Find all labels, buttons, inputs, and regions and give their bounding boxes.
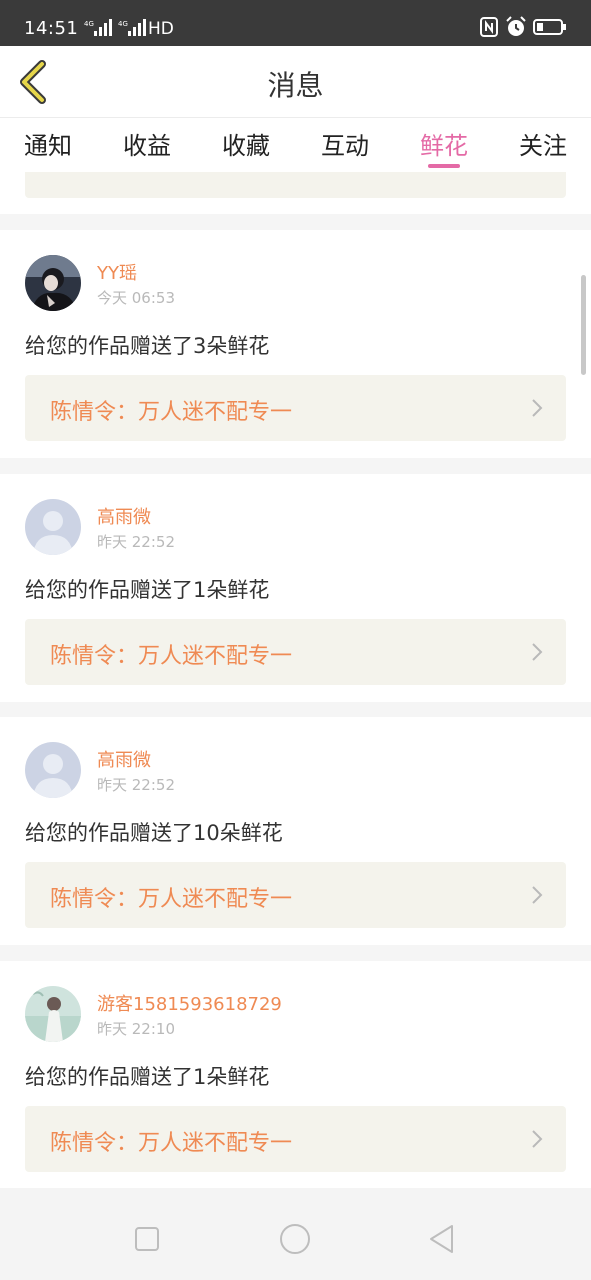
home-button[interactable] (279, 1223, 311, 1259)
page-title: 消息 (267, 69, 324, 102)
scrollbar[interactable] (581, 275, 586, 375)
tab-earnings[interactable]: 收益 (123, 126, 171, 161)
work-title: 陈情令：万人迷不配专一 (50, 1131, 293, 1156)
sender-name[interactable]: YY瑶 (97, 259, 137, 285)
signal-4g-icon: 4G (84, 19, 112, 36)
chevron-right-icon (532, 643, 543, 661)
work-link[interactable]: 陈情令：万人迷不配专一 (25, 375, 566, 441)
work-link[interactable] (25, 172, 566, 198)
work-title: 陈情令：万人迷不配专一 (50, 887, 293, 912)
chevron-right-icon (532, 1130, 543, 1148)
default-avatar (25, 742, 81, 798)
message-text: 给您的作品赠送了1朵鲜花 (25, 1065, 270, 1089)
work-link[interactable]: 陈情令：万人迷不配专一 (25, 1106, 566, 1172)
avatar[interactable] (25, 255, 81, 311)
sender-name[interactable]: 高雨微 (97, 746, 151, 772)
signal-4g-icon: 4G (118, 19, 146, 36)
tab-favorites[interactable]: 收藏 (222, 126, 270, 161)
avatar[interactable] (25, 986, 81, 1042)
list-item: 游客1581593618729 昨天 22:10 给您的作品赠送了1朵鲜花 陈情… (0, 961, 591, 1188)
message-list[interactable]: YY瑶 今天 06:53 给您的作品赠送了3朵鲜花 陈情令：万人迷不配专一 高雨… (0, 172, 591, 1188)
default-avatar (25, 499, 81, 555)
message-time: 昨天 22:10 (97, 1020, 175, 1038)
tab-bar: 通知 收益 收藏 互动 鲜花 关注 (0, 118, 591, 172)
chevron-right-icon (532, 399, 543, 417)
work-link[interactable]: 陈情令：万人迷不配专一 (25, 862, 566, 928)
tab-follows[interactable]: 关注 (519, 126, 567, 161)
avatar[interactable] (25, 499, 81, 555)
battery-icon (533, 19, 566, 35)
photo-avatar (25, 255, 81, 311)
home-icon (280, 1224, 310, 1254)
work-title: 陈情令：万人迷不配专一 (50, 644, 293, 669)
nfc-icon (480, 17, 498, 37)
svg-text:4G: 4G (118, 20, 128, 28)
message-text: 给您的作品赠送了10朵鲜花 (25, 821, 283, 845)
list-item: 高雨微 昨天 22:52 给您的作品赠送了10朵鲜花 陈情令：万人迷不配专一 (0, 717, 591, 945)
work-link[interactable]: 陈情令：万人迷不配专一 (25, 619, 566, 685)
message-time: 今天 06:53 (97, 289, 175, 307)
tab-flowers[interactable]: 鲜花 (420, 126, 468, 161)
tab-notifications[interactable]: 通知 (24, 126, 72, 161)
list-item (0, 172, 591, 214)
message-time: 昨天 22:52 (97, 533, 175, 551)
header-bar: 消息 (0, 46, 591, 118)
avatar[interactable] (25, 742, 81, 798)
message-text: 给您的作品赠送了3朵鲜花 (25, 334, 270, 358)
message-time: 昨天 22:52 (97, 776, 175, 794)
hd-indicator: HD (148, 19, 174, 39)
list-item: YY瑶 今天 06:53 给您的作品赠送了3朵鲜花 陈情令：万人迷不配专一 (0, 230, 591, 458)
chevron-right-icon (532, 886, 543, 904)
list-item: 高雨微 昨天 22:52 给您的作品赠送了1朵鲜花 陈情令：万人迷不配专一 (0, 474, 591, 702)
alarm-icon (506, 16, 526, 36)
status-time: 14:51 (24, 18, 79, 39)
nav-back-button[interactable] (428, 1224, 456, 1258)
message-text: 给您的作品赠送了1朵鲜花 (25, 578, 270, 602)
sender-name[interactable]: 高雨微 (97, 503, 151, 529)
photo-avatar (25, 986, 81, 1042)
sender-name[interactable]: 游客1581593618729 (97, 990, 282, 1016)
svg-text:4G: 4G (84, 20, 94, 28)
tab-interactions[interactable]: 互动 (321, 126, 369, 161)
status-bar: 14:51 4G 4G HD (0, 0, 591, 46)
back-icon (430, 1225, 453, 1253)
system-nav-bar (0, 1188, 591, 1280)
recent-apps-icon (135, 1227, 159, 1251)
active-tab-indicator (428, 164, 460, 168)
recent-apps-button[interactable] (134, 1226, 160, 1256)
work-title: 陈情令：万人迷不配专一 (50, 400, 293, 425)
